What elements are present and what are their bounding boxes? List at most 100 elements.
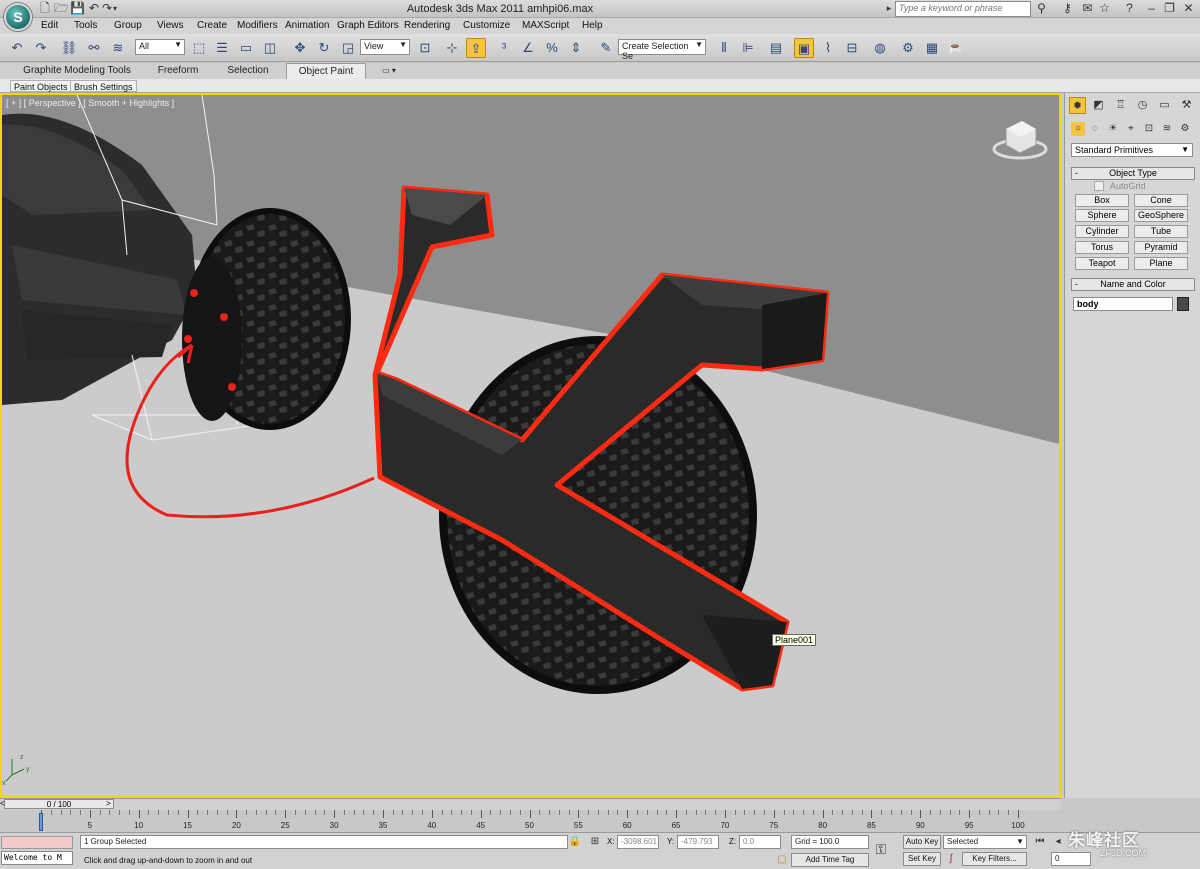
edit-named-selection-icon[interactable]: ✎	[596, 38, 616, 58]
snaps-toggle-icon[interactable]: ³	[494, 38, 514, 58]
selection-lock-icon[interactable]: 🔒	[568, 835, 582, 849]
key-mode-dropdown[interactable]: Selected ▼	[943, 835, 1027, 849]
menu-animation[interactable]: Animation	[285, 20, 329, 31]
auto-key-button[interactable]: Auto Key	[903, 835, 941, 849]
bind-to-space-warp-icon[interactable]: ≋	[108, 38, 128, 58]
graphite-ribbon-toggle-icon[interactable]: ▣	[794, 38, 814, 58]
reference-coordinate-dropdown[interactable]: View ▼	[360, 39, 410, 55]
geometry-category-icon[interactable]: ○	[1071, 122, 1085, 136]
modify-tab-icon[interactable]: ◩	[1090, 97, 1107, 114]
curve-editor-icon[interactable]: ⌇	[818, 38, 838, 58]
select-and-rotate-icon[interactable]: ↻	[314, 38, 334, 58]
menu-views[interactable]: Views	[157, 20, 184, 31]
select-object-icon[interactable]: ⬚	[189, 38, 209, 58]
perspective-viewport[interactable]: z y x [ + ] [ Perspective ] [ Smooth + H…	[0, 93, 1061, 798]
align-icon[interactable]: ⊫	[738, 38, 758, 58]
shapes-category-icon[interactable]: ◌	[1088, 122, 1102, 136]
systems-category-icon[interactable]: ⚙	[1178, 122, 1192, 136]
maxscript-output-line[interactable]: Welcome to M	[1, 851, 73, 865]
time-tag-icon[interactable]: ▢	[775, 853, 789, 867]
minimize-window-icon[interactable]: –	[1144, 1, 1159, 16]
torus-button[interactable]: Torus	[1075, 241, 1129, 254]
plane-button[interactable]: Plane	[1134, 257, 1188, 270]
z-coordinate-field[interactable]: 0.0	[739, 835, 781, 849]
favorites-star-icon[interactable]: ☆	[1097, 1, 1112, 16]
time-slider-prev-icon[interactable]: <	[0, 799, 5, 808]
tab-object-paint[interactable]: Object Paint	[286, 63, 366, 79]
object-name-field[interactable]: body	[1073, 297, 1173, 311]
communication-center-icon[interactable]: ✉	[1080, 1, 1095, 16]
key-curve-icon[interactable]: ∫	[944, 852, 958, 866]
menu-rendering[interactable]: Rendering	[404, 20, 450, 31]
motion-tab-icon[interactable]: ◷	[1134, 97, 1151, 114]
named-selection-sets-dropdown[interactable]: Create Selection Se ▼	[618, 39, 706, 61]
box-button[interactable]: Box	[1075, 194, 1129, 207]
menu-create[interactable]: Create	[197, 20, 227, 31]
menu-tools[interactable]: Tools	[74, 20, 97, 31]
menu-help[interactable]: Help	[582, 20, 603, 31]
object-color-swatch[interactable]	[1177, 297, 1189, 311]
select-and-move-icon[interactable]: ✥	[290, 38, 310, 58]
current-frame-field[interactable]: 0	[1051, 852, 1091, 866]
help-search-input[interactable]: Type a keyword or phrase	[895, 1, 1031, 17]
space-warps-category-icon[interactable]: ≋	[1160, 122, 1174, 136]
select-and-link-icon[interactable]: ⛓	[59, 38, 79, 58]
time-slider-thumb[interactable]: 0 / 100	[4, 799, 114, 809]
previous-frame-icon[interactable]: ◂	[1051, 835, 1065, 849]
subscription-icon[interactable]: ⚷	[1060, 1, 1075, 16]
tab-freeform[interactable]: Freeform	[150, 63, 206, 79]
y-coordinate-field[interactable]: -479.793	[677, 835, 719, 849]
application-menu-button[interactable]: S	[4, 3, 32, 31]
menu-group[interactable]: Group	[114, 20, 142, 31]
tube-button[interactable]: Tube	[1134, 225, 1188, 238]
search-expand-icon[interactable]: ▸	[882, 2, 896, 15]
geosphere-button[interactable]: GeoSphere	[1134, 209, 1188, 222]
cameras-category-icon[interactable]: ⌖	[1124, 122, 1138, 136]
select-and-scale-icon[interactable]: ◲	[338, 38, 358, 58]
select-by-name-icon[interactable]: ☰	[212, 38, 232, 58]
lights-category-icon[interactable]: ☀	[1106, 122, 1120, 136]
tab-graphite-modeling-tools[interactable]: Graphite Modeling Tools	[22, 63, 132, 79]
go-to-start-icon[interactable]: ⏮	[1033, 835, 1047, 849]
x-coordinate-field[interactable]: -3098.601	[617, 835, 659, 849]
material-editor-icon[interactable]: ◍	[870, 38, 890, 58]
spinner-snap-icon[interactable]: ⇕	[566, 38, 586, 58]
menu-edit[interactable]: Edit	[41, 20, 58, 31]
create-tab-icon[interactable]: ✹	[1069, 97, 1086, 114]
keyboard-shortcut-override-icon[interactable]: ⇪	[466, 38, 486, 58]
select-and-manipulate-icon[interactable]: ⊹	[442, 38, 462, 58]
display-tab-icon[interactable]: ▭	[1156, 97, 1173, 114]
utilities-tab-icon[interactable]: ⚒	[1178, 97, 1195, 114]
rendered-frame-window-icon[interactable]: ▦	[922, 38, 942, 58]
current-frame-marker[interactable]	[39, 813, 43, 831]
render-setup-icon[interactable]: ⚙	[898, 38, 918, 58]
key-filters-button[interactable]: Key Filters...	[962, 852, 1027, 866]
set-key-button[interactable]: Set Key	[903, 852, 941, 866]
brush-settings-button[interactable]: Brush Settings	[70, 80, 137, 92]
tab-selection[interactable]: Selection	[220, 63, 276, 79]
add-time-tag-button[interactable]: Add Time Tag	[791, 853, 869, 867]
pyramid-button[interactable]: Pyramid	[1134, 241, 1188, 254]
layer-manager-icon[interactable]: ▤	[766, 38, 786, 58]
time-slider-next-icon[interactable]: >	[106, 799, 111, 808]
close-window-icon[interactable]: ✕	[1181, 1, 1196, 16]
object-type-rollout[interactable]: - Object Type	[1071, 167, 1195, 180]
angle-snap-icon[interactable]: ∠	[518, 38, 538, 58]
help-icon[interactable]: ?	[1122, 1, 1137, 16]
schematic-view-icon[interactable]: ⊟	[842, 38, 862, 58]
viewport-label-menu[interactable]: [ + ] [ Perspective ] [ Smooth + Highlig…	[6, 98, 174, 108]
menu-customize[interactable]: Customize	[463, 20, 510, 31]
paint-objects-button[interactable]: Paint Objects	[10, 80, 72, 92]
unlink-selection-icon[interactable]: ⚯	[84, 38, 104, 58]
geometry-type-dropdown[interactable]: Standard Primitives ▼	[1071, 143, 1193, 157]
time-slider-track[interactable]	[0, 798, 1061, 810]
pivot-center-icon[interactable]: ⊡	[415, 38, 435, 58]
cylinder-button[interactable]: Cylinder	[1075, 225, 1129, 238]
maxscript-mini-listener[interactable]	[1, 836, 73, 849]
restore-window-icon[interactable]: ❐	[1162, 1, 1177, 16]
autogrid-checkbox[interactable]	[1094, 181, 1104, 191]
cone-button[interactable]: Cone	[1134, 194, 1188, 207]
helpers-category-icon[interactable]: ⊡	[1142, 122, 1156, 136]
undo-icon[interactable]: ↶	[7, 38, 27, 58]
ribbon-options-dropdown-icon[interactable]: ▭ ▾	[376, 63, 402, 79]
